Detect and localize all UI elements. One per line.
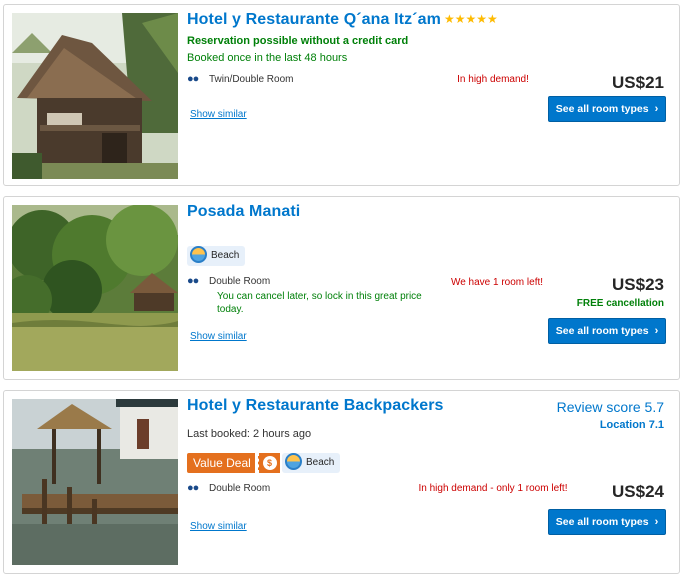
room-type: ●● Twin/Double Room (187, 73, 294, 85)
people-icon: ●● (187, 275, 199, 287)
show-similar-link[interactable]: Show similar (190, 331, 247, 342)
value-deal-badge: Value Deal (187, 453, 255, 473)
star-rating-icon: ★★★★★ (443, 12, 498, 26)
price: US$21 (612, 73, 664, 92)
free-cancellation: FREE cancellation (576, 298, 664, 309)
piggy-bank-icon: $ (258, 453, 280, 473)
people-icon: ●● (187, 482, 199, 494)
property-card: Hotel y Restaurante Q´ana Itz´am ★★★★★ Re… (3, 4, 680, 186)
beach-icon (190, 246, 207, 263)
cancel-later-note: You can cancel later, so lock in this gr… (217, 291, 422, 315)
location-score: Location 7.1 (599, 419, 664, 431)
people-icon: ●● (187, 73, 199, 85)
room-type: ●● Double Room (187, 482, 271, 494)
show-similar-link[interactable]: Show similar (190, 521, 247, 532)
property-photo[interactable] (12, 399, 178, 565)
hut-photo (12, 13, 178, 179)
room-type: ●● Double Room (187, 275, 271, 287)
beach-badge: Beach (187, 246, 246, 266)
demand-notice: In high demand! (457, 74, 529, 85)
demand-notice: In high demand - only 1 room left! (418, 483, 568, 494)
chevron-right-icon: › (654, 325, 659, 337)
beach-badge: Beach (282, 453, 341, 473)
property-card: Hotel y Restaurante Backpackers Review s… (3, 390, 680, 574)
see-all-room-types-button[interactable]: See all room types › (548, 318, 666, 344)
lake-dock-photo (12, 399, 178, 565)
recent-booking-note: Booked once in the last 48 hours (187, 52, 348, 64)
property-name-link[interactable]: Posada Manati (187, 203, 300, 221)
property-photo[interactable] (12, 13, 178, 179)
see-all-room-types-button[interactable]: See all room types › (548, 96, 666, 122)
chevron-right-icon: › (654, 103, 659, 115)
see-all-room-types-button[interactable]: See all room types › (548, 509, 666, 535)
river-jungle-photo (12, 205, 178, 371)
price: US$24 (612, 482, 664, 501)
last-booked-note: Last booked: 2 hours ago (187, 428, 312, 440)
review-score[interactable]: Review score 5.7 (557, 399, 664, 415)
price: US$23 (612, 275, 664, 294)
property-card: Posada Manati Beach ●● Double Room You ca… (3, 196, 680, 380)
show-similar-link[interactable]: Show similar (190, 109, 247, 120)
property-name-link[interactable]: Hotel y Restaurante Q´ana Itz´am ★★★★★ (187, 11, 498, 29)
no-credit-card-note: Reservation possible without a credit ca… (187, 35, 409, 47)
property-name-link[interactable]: Hotel y Restaurante Backpackers (187, 397, 444, 415)
beach-icon (285, 453, 302, 470)
rooms-left-notice: We have 1 room left! (450, 277, 544, 288)
chevron-right-icon: › (654, 516, 659, 528)
property-photo[interactable] (12, 205, 178, 371)
